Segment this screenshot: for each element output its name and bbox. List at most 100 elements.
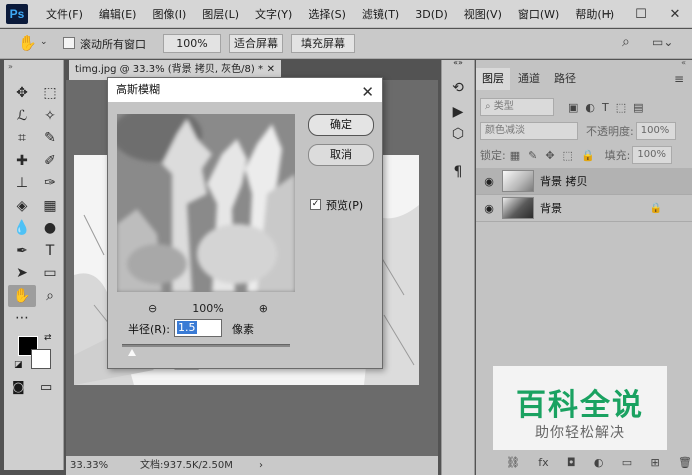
zoom-in-icon[interactable]: ⊕	[259, 302, 268, 315]
dialog-body: 确定 取消 ✓ 预览(P) ⊖ 100% ⊕ 半径(R): 1.5 像素	[108, 102, 382, 368]
zoom-status[interactable]: 33.33%	[70, 456, 108, 475]
dodge-tool-icon[interactable]: ●	[36, 217, 64, 240]
menu-view[interactable]: 视图(V)	[456, 6, 510, 22]
path-select-icon[interactable]: ➤	[8, 262, 36, 285]
preview-checkbox[interactable]: ✓	[310, 199, 321, 210]
zoom-tool-icon[interactable]: ⌕	[36, 285, 64, 308]
clone-stamp-icon[interactable]: ⊥	[8, 172, 36, 195]
blur-tool-icon[interactable]: 💧	[8, 217, 36, 240]
menu-select[interactable]: 选择(S)	[300, 6, 354, 22]
tab-channels[interactable]: 通道	[512, 68, 546, 90]
layer-thumbnail	[502, 197, 534, 219]
fill-label: 填充:	[604, 149, 631, 162]
close-icon[interactable]: ✕	[361, 80, 374, 104]
crop-tool-icon[interactable]: ⌗	[8, 127, 36, 150]
menu-filter[interactable]: 滤镜(T)	[354, 6, 407, 22]
search-icon[interactable]: ⌕	[622, 34, 630, 50]
layer-name: 背景 拷贝	[540, 175, 588, 188]
mini-panel-dock: «» ⟲ ▶ ⬡ ¶	[441, 58, 475, 475]
hand-tool-preset-icon[interactable]: ✋	[18, 34, 37, 52]
eyedropper-icon[interactable]: ✎	[36, 127, 64, 150]
marquee-tool-icon[interactable]: ⬚	[36, 82, 64, 105]
fx-icon[interactable]: fx	[538, 456, 548, 469]
close-window-icon[interactable]: ✕	[658, 0, 692, 28]
hand-tool-icon[interactable]: ✋	[8, 284, 36, 307]
filter-row: ⌕ 类型 ▣◐T⬚▤	[480, 96, 692, 118]
gradient-icon[interactable]: ▦	[36, 195, 64, 218]
adjustment-layer-icon[interactable]: ◐	[594, 456, 604, 469]
screen-mode-icon[interactable]: ▭	[40, 380, 52, 395]
cancel-button[interactable]: 取消	[308, 144, 374, 166]
lock-icons[interactable]: ▦✎✥⬚🔒	[510, 149, 603, 162]
link-layers-icon[interactable]: ⛓	[506, 456, 520, 469]
menu-edit[interactable]: 编辑(E)	[91, 6, 145, 22]
tab-layers[interactable]: 图层	[476, 68, 510, 90]
default-colors-icon[interactable]: ◪	[14, 360, 23, 370]
ok-button[interactable]: 确定	[308, 114, 374, 136]
eye-icon[interactable]: ◉	[476, 202, 502, 215]
magic-wand-icon[interactable]: ✧	[36, 105, 64, 128]
eye-icon[interactable]: ◉	[476, 175, 502, 188]
minimize-icon[interactable]: ─	[590, 0, 624, 28]
radius-slider-thumb[interactable]	[128, 349, 137, 356]
collapse-dock-icon[interactable]: «»	[442, 58, 474, 67]
type-tool-icon[interactable]: T	[36, 240, 64, 263]
opacity-input[interactable]: 100%	[635, 122, 676, 140]
layer-name: 背景	[540, 202, 562, 215]
rectangle-tool-icon[interactable]: ▭	[36, 262, 64, 285]
opacity-label: 不透明度:	[586, 125, 634, 138]
tab-paths[interactable]: 路径	[548, 68, 582, 90]
blend-mode-select[interactable]: 颜色减淡	[480, 122, 578, 140]
panel-collapse-icon[interactable]: «	[681, 58, 686, 67]
delete-layer-icon[interactable]: 🗑	[678, 456, 692, 469]
layer-row-background-copy[interactable]: ◉ 背景 拷贝	[476, 168, 692, 195]
history-brush-icon[interactable]: ✑	[36, 172, 64, 195]
workspace-icon[interactable]: ▭⌄	[652, 35, 673, 49]
lock-icon: 🔒	[649, 202, 662, 214]
new-layer-icon[interactable]: ⊞	[650, 456, 659, 469]
document-tab-title: timg.jpg @ 33.3% (背景 拷贝, 灰色/8) *	[75, 64, 263, 75]
zoom-out-icon[interactable]: ⊖	[148, 302, 157, 315]
fit-screen-button[interactable]: 适合屏幕	[229, 34, 283, 53]
scroll-all-windows-checkbox[interactable]	[63, 37, 75, 49]
maximize-icon[interactable]: ☐	[624, 0, 658, 28]
preview-image[interactable]	[117, 114, 295, 292]
zoom-level: 100%	[192, 301, 224, 315]
3d-panel-icon[interactable]: ⬡	[442, 126, 474, 142]
healing-brush-icon[interactable]: ✚	[8, 150, 36, 173]
more-tools-icon[interactable]: ⋯	[8, 307, 36, 330]
menu-file[interactable]: 文件(F)	[38, 6, 91, 22]
history-panel-icon[interactable]: ⟲	[442, 80, 474, 96]
swap-colors-icon[interactable]: ⇄	[44, 333, 52, 343]
add-mask-icon[interactable]: ◘	[567, 456, 576, 469]
quick-mask-icon[interactable]: ◙	[12, 380, 25, 395]
new-group-icon[interactable]: ▭	[622, 456, 632, 469]
menu-type[interactable]: 文字(Y)	[247, 6, 300, 22]
lasso-tool-icon[interactable]: ℒ	[8, 105, 36, 128]
background-color-swatch[interactable]	[31, 349, 51, 369]
pen-tool-icon[interactable]: ✒	[8, 240, 36, 263]
eraser-icon[interactable]: ◈	[8, 195, 36, 218]
radius-slider[interactable]	[122, 344, 290, 347]
status-menu-icon[interactable]: ›	[259, 456, 263, 475]
menu-image[interactable]: 图像(I)	[144, 6, 194, 22]
brush-tool-icon[interactable]: ✐	[36, 150, 64, 173]
collapse-icon[interactable]: »	[8, 62, 13, 71]
menu-3d[interactable]: 3D(D)	[407, 8, 456, 21]
filter-kind-select[interactable]: ⌕ 类型	[480, 98, 554, 116]
menu-layer[interactable]: 图层(L)	[194, 6, 247, 22]
menu-items: 文件(F) 编辑(E) 图像(I) 图层(L) 文字(Y) 选择(S) 滤镜(T…	[38, 0, 622, 28]
filter-kind-value: 类型	[493, 101, 514, 112]
paragraph-panel-icon[interactable]: ¶	[442, 164, 474, 180]
move-tool-icon[interactable]: ✥	[8, 82, 36, 105]
fill-input[interactable]: 100%	[632, 146, 673, 164]
layer-row-background[interactable]: ◉ 背景 🔒	[476, 195, 692, 222]
actions-panel-icon[interactable]: ▶	[442, 104, 474, 120]
menu-window[interactable]: 窗口(W)	[510, 6, 567, 22]
radius-input[interactable]: 1.5	[174, 319, 222, 337]
zoom-100-button[interactable]: 100%	[163, 34, 221, 53]
chevron-down-icon[interactable]: ⌄	[40, 37, 48, 47]
filter-icons[interactable]: ▣◐T⬚▤	[568, 101, 651, 114]
fill-screen-button[interactable]: 填充屏幕	[291, 34, 355, 53]
panel-menu-icon[interactable]: ≡	[674, 72, 684, 86]
